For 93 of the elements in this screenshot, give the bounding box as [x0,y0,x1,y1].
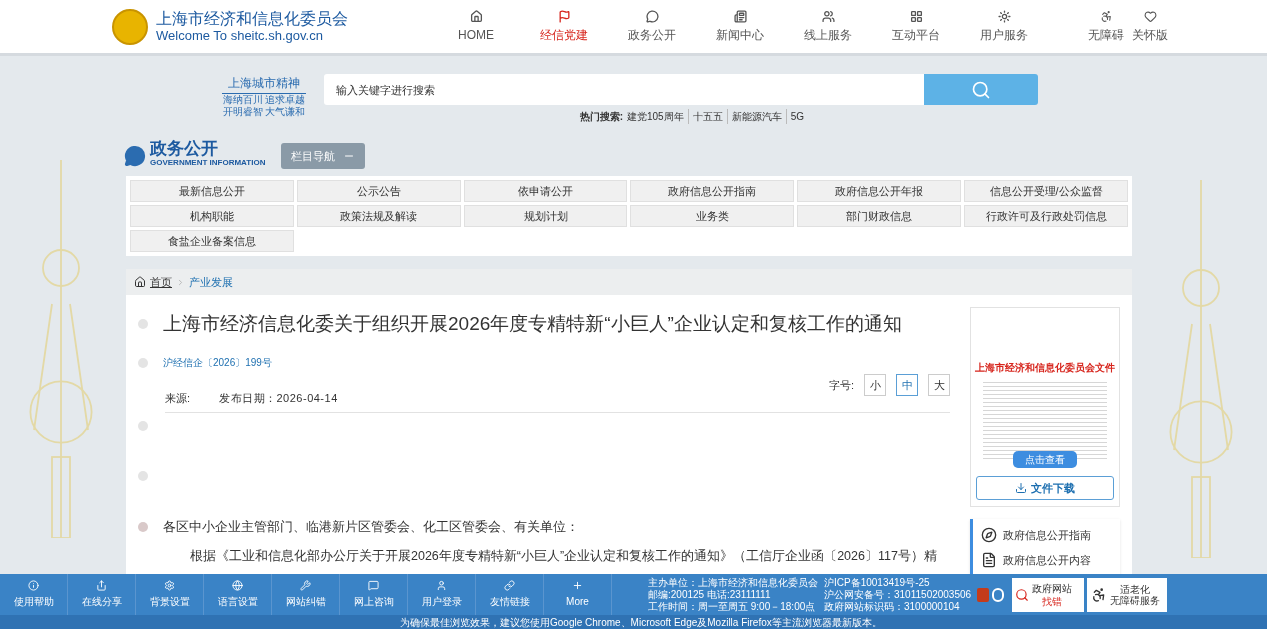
paragraph: 各区中小企业主管部门、临港新片区管委会、化工区管委会、有关单位： [163,518,579,536]
error-report-badge[interactable]: 政府网站 找错 [1012,577,1085,612]
compass-icon [981,527,997,544]
wheelchair-icon [1099,9,1113,23]
section-title: 政务公开 [150,142,219,156]
badge-icon [977,587,990,602]
paragraph: 根据《工业和信息化部办公厅关于开展2026年度专精特新“小巨人”企业认定和复核工作的通知》（工信厅企业函〔2026〕117号）精 [190,547,938,565]
footer-info: 主办单位：上海市经济和信息化委员会 [648,576,818,589]
footer-info: 沪公网安备号：31011502003506 [824,588,972,601]
source-label: 来源: [165,390,192,406]
settings-icon [164,580,175,591]
breadcrumb-link[interactable]: 首页 [150,273,172,291]
emblem-icon [112,8,148,45]
home-icon [469,9,483,23]
motto-line: 开明睿智 大气谦和 [222,106,306,118]
category-link[interactable]: 信息公开受理/公众监督 [964,180,1128,202]
footer-info: 工作时间：周一至周五 9:00－18:00点 [648,600,817,613]
category-link[interactable]: 政策法规及解读 [296,205,461,227]
chat-icon [124,145,146,167]
font-size-button[interactable]: 中 [896,374,918,396]
grid-icon [909,9,923,23]
search-icon [1015,587,1030,602]
badge-text: 无障碍服务 [1110,594,1161,606]
sun-icon [997,9,1011,23]
nav-link[interactable]: 无障碍 [1088,9,1124,44]
hot-search-link[interactable]: 建党105周年 [626,109,689,124]
nav-link[interactable]: 经信党建 [520,9,608,44]
hot-search-link[interactable]: 5G [790,109,808,124]
category-link[interactable]: 政府信息公开指南 [630,180,795,202]
category-link[interactable]: 政府信息公开年报 [797,180,962,202]
footer-info: 政府网站标识码：3100000104 [824,600,961,613]
category-link[interactable]: 行政许可及行政处罚信息 [964,205,1128,227]
hot-search-link[interactable]: 十五五 [692,109,728,124]
chevron-icon [176,277,185,287]
badge-text: 找错 [1042,594,1063,608]
breadcrumb-link[interactable]: 产业发展 [189,273,233,291]
download-button[interactable]: 文件下载 [976,476,1114,500]
newspaper-icon [733,9,747,23]
elder-service-badge[interactable]: 适老化 无障碍服务 [1087,577,1168,612]
category-link[interactable]: 业务类 [630,205,795,227]
category-link[interactable]: 部门财政信息 [797,205,962,227]
download-icon [1015,482,1027,494]
document-number: 沪经信企〔2026〕199号 [163,356,272,370]
category-link[interactable]: 公示公告 [296,180,461,202]
sidebar-link[interactable]: 政府信息公开指南 [981,527,1120,544]
motto-line: 海纳百川 追求卓越 [222,94,306,106]
people-icon [821,9,835,23]
home-icon [134,276,146,288]
document-icon [981,551,997,568]
heart-icon [1143,9,1157,23]
nav-link[interactable]: 互动平台 [872,9,960,44]
link-icon [504,580,515,591]
category-link[interactable]: 规划计划 [463,205,628,227]
nav-link[interactable]: 关怀版 [1132,9,1168,44]
font-size-button[interactable]: 小 [864,374,886,396]
user-icon [436,580,447,591]
font-size-label: 字号: [828,377,854,393]
nav-link[interactable]: 用户服务 [960,9,1048,44]
nav-link[interactable]: 新闻中心 [696,9,784,44]
footer-info: 沪ICP备10013419号-25 [824,576,931,589]
info-icon [28,580,39,591]
globe-icon [232,580,243,591]
nav-link[interactable]: 线上服务 [784,9,872,44]
category-link[interactable]: 食盐企业备案信息 [130,230,294,252]
browser-notice: 为确保最佳浏览效果，建议您使用Google Chrome、Microsoft Edge及Mozilla Firefox等主流浏览器最新版本。 [400,615,882,629]
search-button[interactable] [924,74,1038,105]
publish-date: 发布日期：2026-04-14 [219,390,338,406]
category-link[interactable]: 最新信息公开 [130,180,294,202]
badge-text: 政府网站 [1032,581,1073,595]
category-link[interactable]: 依申请公开 [463,180,628,202]
plus-icon [572,580,583,591]
category-link[interactable]: 机构职能 [130,205,294,227]
section-subtitle: GOVERNMENT INFORMATION [150,157,266,169]
search-icon [971,79,991,100]
article-title: 上海市经济信息化委关于组织开展2026年度专精特新“小巨人”企业认定和复核工作的通知 [163,311,902,336]
footer-info: 邮编:200125 电话:23111111 [648,588,772,601]
hot-search-label: 热门搜索: [579,110,623,124]
site-subtitle: Welcome To sheitc.sh.gov.cn [156,27,324,44]
sidebar-link[interactable]: 政府信息公开内容 [981,551,1120,568]
document-heading: 上海市经济和信息化委员会文件 [975,361,1115,375]
chat-icon [368,580,379,591]
nav-link[interactable]: HOME [432,9,520,44]
font-size-button[interactable]: 大 [928,374,950,396]
wrench-icon [300,580,311,591]
search-field[interactable]: 输入关键字进行搜索 [324,74,924,105]
hot-search-link[interactable]: 新能源汽车 [731,109,787,124]
motto-title: 上海城市精神 [222,74,306,94]
chat-icon [645,9,659,23]
nav-link[interactable]: 政务公开 [608,9,696,44]
share-icon [96,580,107,591]
badge-text: 适老化 [1120,583,1151,595]
flag-icon [557,9,571,23]
site-title: 上海市经济和信息化委员会 [156,9,348,27]
